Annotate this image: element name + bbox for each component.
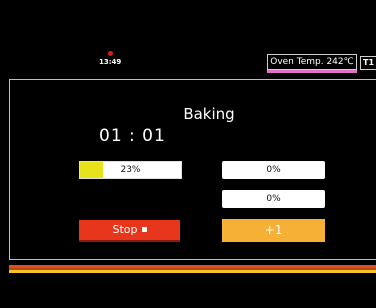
status-indicator-dot (108, 51, 113, 56)
progress-bar: 23% (79, 161, 182, 179)
add-one-minute-button[interactable]: +1 (222, 219, 325, 242)
value-box-1: 0% (222, 161, 325, 179)
mode-title: Baking (183, 105, 235, 123)
stop-button[interactable]: Stop (79, 220, 180, 242)
timer-display: 01 : 01 (99, 126, 166, 146)
progress-label: 23% (120, 165, 141, 175)
clock: 13:49 (99, 58, 122, 66)
stop-square-icon (141, 227, 147, 232)
decorative-stripe-yellow (9, 270, 376, 273)
value-box-2: 0% (222, 190, 325, 208)
oven-temp-display[interactable]: Oven Temp. 242℃ (267, 54, 357, 70)
tray-badge[interactable]: T1 (360, 56, 376, 70)
stop-button-label: Stop (112, 223, 138, 236)
oven-temp-underline (267, 70, 357, 73)
